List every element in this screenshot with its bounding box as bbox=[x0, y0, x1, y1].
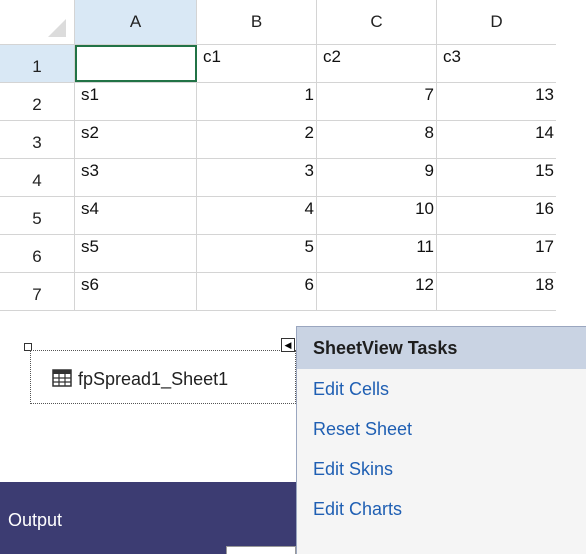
cell-b6[interactable]: 5 bbox=[197, 235, 317, 272]
cell-d7[interactable]: 18 bbox=[437, 273, 556, 310]
column-header-c[interactable]: C bbox=[317, 0, 437, 44]
row-header[interactable]: 7 bbox=[0, 273, 75, 310]
cell-c2[interactable]: 7 bbox=[317, 83, 437, 120]
column-header-row: A B C D bbox=[0, 0, 556, 45]
cell-d1[interactable]: c3 bbox=[437, 45, 556, 82]
table-row: 2 s1 1 7 13 bbox=[0, 83, 556, 121]
tasks-panel-title: SheetView Tasks bbox=[297, 327, 586, 369]
cell-d4[interactable]: 15 bbox=[437, 159, 556, 196]
cell-c5[interactable]: 10 bbox=[317, 197, 437, 234]
row-header[interactable]: 2 bbox=[0, 83, 75, 120]
cell-a7[interactable]: s6 bbox=[75, 273, 197, 310]
output-panel-content bbox=[226, 546, 296, 554]
cell-a5[interactable]: s4 bbox=[75, 197, 197, 234]
column-header-d[interactable]: D bbox=[437, 0, 556, 44]
table-row: 7 s6 6 12 18 bbox=[0, 273, 556, 311]
cell-a6[interactable]: s5 bbox=[75, 235, 197, 272]
cell-a4[interactable]: s3 bbox=[75, 159, 197, 196]
row-header[interactable]: 1 bbox=[0, 45, 75, 82]
column-header-a[interactable]: A bbox=[75, 0, 197, 44]
component-label: fpSpread1_Sheet1 bbox=[78, 369, 229, 389]
cell-b2[interactable]: 1 bbox=[197, 83, 317, 120]
cell-c7[interactable]: 12 bbox=[317, 273, 437, 310]
cell-d3[interactable]: 14 bbox=[437, 121, 556, 158]
sheetview-tasks-panel: SheetView Tasks Edit Cells Reset Sheet E… bbox=[296, 326, 586, 554]
edit-skins-link[interactable]: Edit Skins bbox=[297, 449, 586, 489]
reset-sheet-link[interactable]: Reset Sheet bbox=[297, 409, 586, 449]
cell-c4[interactable]: 9 bbox=[317, 159, 437, 196]
edit-cells-link[interactable]: Edit Cells bbox=[297, 369, 586, 409]
cell-d5[interactable]: 16 bbox=[437, 197, 556, 234]
row-header[interactable]: 3 bbox=[0, 121, 75, 158]
cell-d6[interactable]: 17 bbox=[437, 235, 556, 272]
spreadsheet-grid[interactable]: A B C D 1 c1 c2 c3 2 s1 1 7 13 3 s2 2 8 … bbox=[0, 0, 556, 326]
column-header-b[interactable]: B bbox=[197, 0, 317, 44]
edit-charts-link[interactable]: Edit Charts bbox=[297, 489, 586, 529]
row-header[interactable]: 4 bbox=[0, 159, 75, 196]
cell-b5[interactable]: 4 bbox=[197, 197, 317, 234]
row-header[interactable]: 6 bbox=[0, 235, 75, 272]
cell-c1[interactable]: c2 bbox=[317, 45, 437, 82]
table-row: 6 s5 5 11 17 bbox=[0, 235, 556, 273]
cell-a1[interactable] bbox=[75, 45, 197, 82]
cell-b4[interactable]: 3 bbox=[197, 159, 317, 196]
smart-tag-arrow-icon[interactable]: ◀ bbox=[281, 338, 295, 352]
table-row: 5 s4 4 10 16 bbox=[0, 197, 556, 235]
cell-a2[interactable]: s1 bbox=[75, 83, 197, 120]
table-row: 4 s3 3 9 15 bbox=[0, 159, 556, 197]
select-all-corner[interactable] bbox=[0, 0, 75, 44]
output-title: Output bbox=[8, 510, 63, 530]
cell-b3[interactable]: 2 bbox=[197, 121, 317, 158]
cell-c6[interactable]: 11 bbox=[317, 235, 437, 272]
grid-table-icon bbox=[52, 369, 72, 387]
row-header[interactable]: 5 bbox=[0, 197, 75, 234]
table-row: 3 s2 2 8 14 bbox=[0, 121, 556, 159]
cell-b1[interactable]: c1 bbox=[197, 45, 317, 82]
cell-d2[interactable]: 13 bbox=[437, 83, 556, 120]
cell-a3[interactable]: s2 bbox=[75, 121, 197, 158]
cell-b7[interactable]: 6 bbox=[197, 273, 317, 310]
table-row: 1 c1 c2 c3 bbox=[0, 45, 556, 83]
cell-c3[interactable]: 8 bbox=[317, 121, 437, 158]
